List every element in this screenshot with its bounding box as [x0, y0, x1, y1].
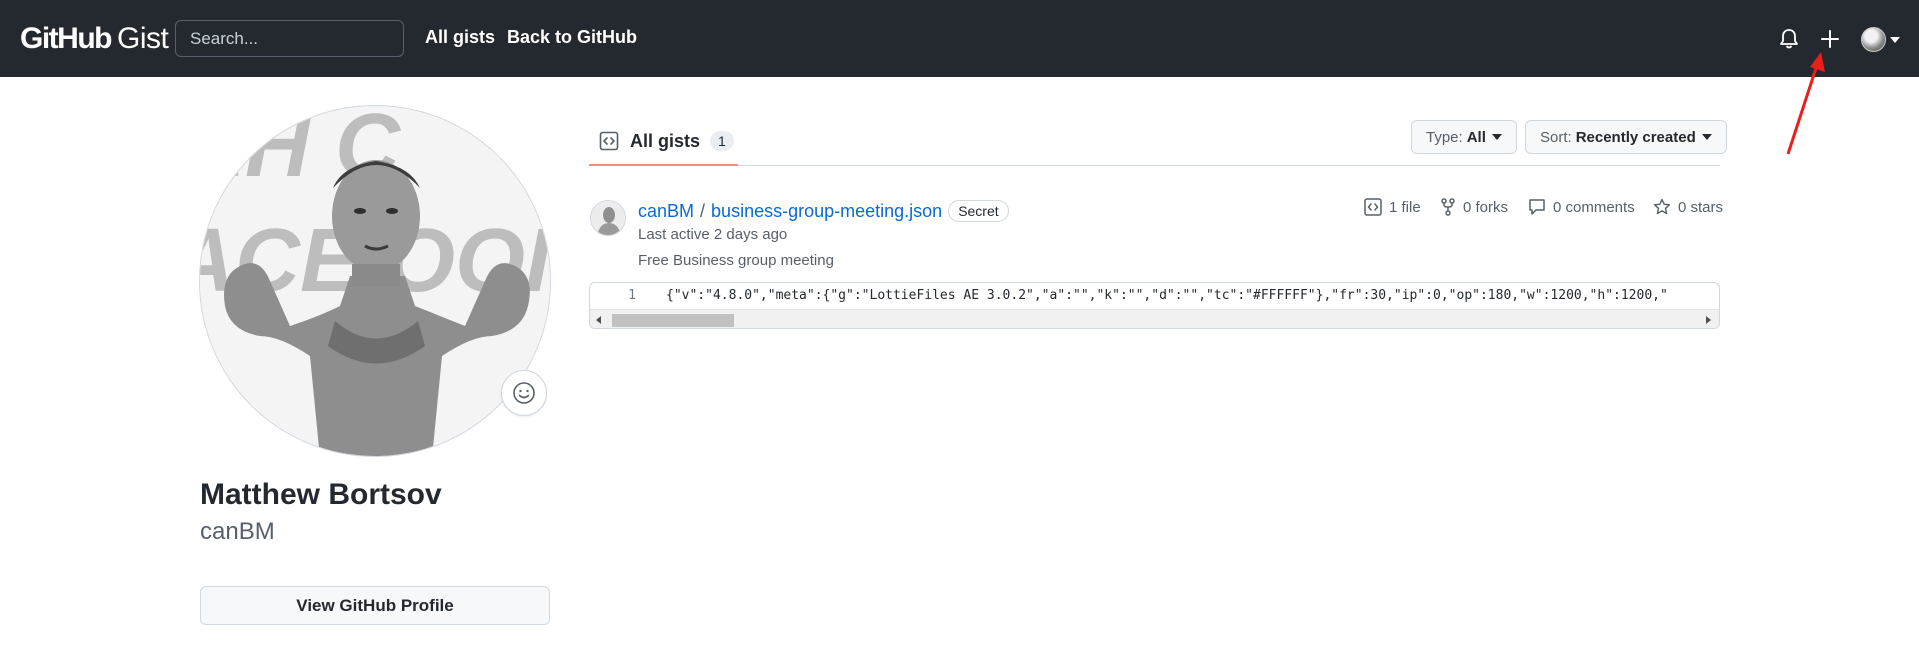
logo-github-text: GitHub — [20, 22, 112, 55]
profile-photo: AH C ACE OOI — [199, 105, 551, 457]
gist-owner-link[interactable]: canBM — [638, 201, 694, 222]
gist-title: canBM / business-group-meeting.json Secr… — [638, 200, 1009, 222]
stat-stars-label: 0 stars — [1678, 198, 1724, 216]
github-gist-logo[interactable]: GitHub Gist — [20, 22, 169, 56]
fork-icon — [1440, 198, 1456, 216]
plus-icon[interactable] — [1817, 25, 1843, 53]
avatar[interactable] — [1861, 27, 1886, 52]
gist-file-link[interactable]: business-group-meeting.json — [711, 201, 942, 222]
stat-comments[interactable]: 0 comments — [1528, 198, 1635, 216]
type-filter-dropdown[interactable]: Type: All — [1411, 120, 1517, 154]
type-filter-label: Type: — [1426, 128, 1463, 146]
sort-label: Sort: — [1540, 128, 1572, 146]
annotation-arrow-icon — [1786, 52, 1825, 155]
nav-back-to-github[interactable]: Back to GitHub — [507, 27, 637, 48]
app-header: GitHub Gist All gists Back to GitHub — [0, 0, 1919, 77]
gist-description: Free Business group meeting — [638, 252, 834, 269]
stat-comments-label: 0 comments — [1553, 198, 1635, 216]
chevron-down-icon — [1491, 134, 1502, 140]
stat-forks[interactable]: 0 forks — [1440, 198, 1508, 216]
sort-dropdown[interactable]: Sort: Recently created — [1525, 120, 1727, 154]
search-input[interactable] — [175, 20, 404, 57]
gist-title-separator: / — [700, 200, 706, 221]
tab-all-gists-count: 1 — [710, 131, 734, 151]
code-line: 1 {"v":"4.8.0","meta":{"g":"LottieFiles … — [590, 288, 1668, 308]
stat-stars[interactable]: 0 stars — [1653, 198, 1723, 216]
code-content: {"v":"4.8.0","meta":{"g":"LottieFiles AE… — [666, 288, 1668, 303]
profile-login: canBM — [200, 518, 275, 545]
scroll-left-icon[interactable] — [596, 316, 601, 324]
logo-gist-text: Gist — [116, 22, 169, 55]
comment-icon — [1528, 198, 1546, 216]
code-square-icon — [599, 131, 619, 151]
star-icon — [1653, 198, 1671, 216]
horizontal-scrollbar[interactable] — [590, 309, 1719, 328]
chevron-down-icon[interactable] — [1890, 37, 1900, 43]
stat-forks-label: 0 forks — [1463, 198, 1509, 216]
stat-files[interactable]: 1 file — [1364, 198, 1421, 216]
gist-owner-avatar[interactable] — [590, 200, 626, 236]
secret-badge: Secret — [948, 200, 1009, 222]
scroll-right-icon[interactable] — [1706, 316, 1711, 324]
nav-all-gists[interactable]: All gists — [425, 27, 495, 48]
gist-code-preview[interactable]: 1 {"v":"4.8.0","meta":{"g":"LottieFiles … — [589, 282, 1720, 329]
code-square-icon — [1364, 198, 1382, 216]
bell-icon[interactable] — [1776, 25, 1802, 53]
view-github-profile-button[interactable]: View GitHub Profile — [200, 586, 550, 625]
type-filter-value: All — [1466, 128, 1486, 146]
smiley-icon — [513, 382, 535, 404]
tab-all-gists[interactable]: All gists 1 — [589, 118, 738, 166]
line-number: 1 — [628, 288, 636, 303]
gist-last-active: Last active 2 days ago — [638, 226, 788, 243]
chevron-down-icon — [1701, 134, 1712, 140]
set-status-button[interactable] — [501, 370, 547, 416]
sort-value: Recently created — [1575, 128, 1696, 146]
scrollbar-thumb[interactable] — [612, 314, 734, 327]
stat-files-label: 1 file — [1389, 198, 1421, 216]
tab-all-gists-label: All gists — [630, 130, 701, 151]
profile-name: Matthew Bortsov — [200, 478, 442, 511]
